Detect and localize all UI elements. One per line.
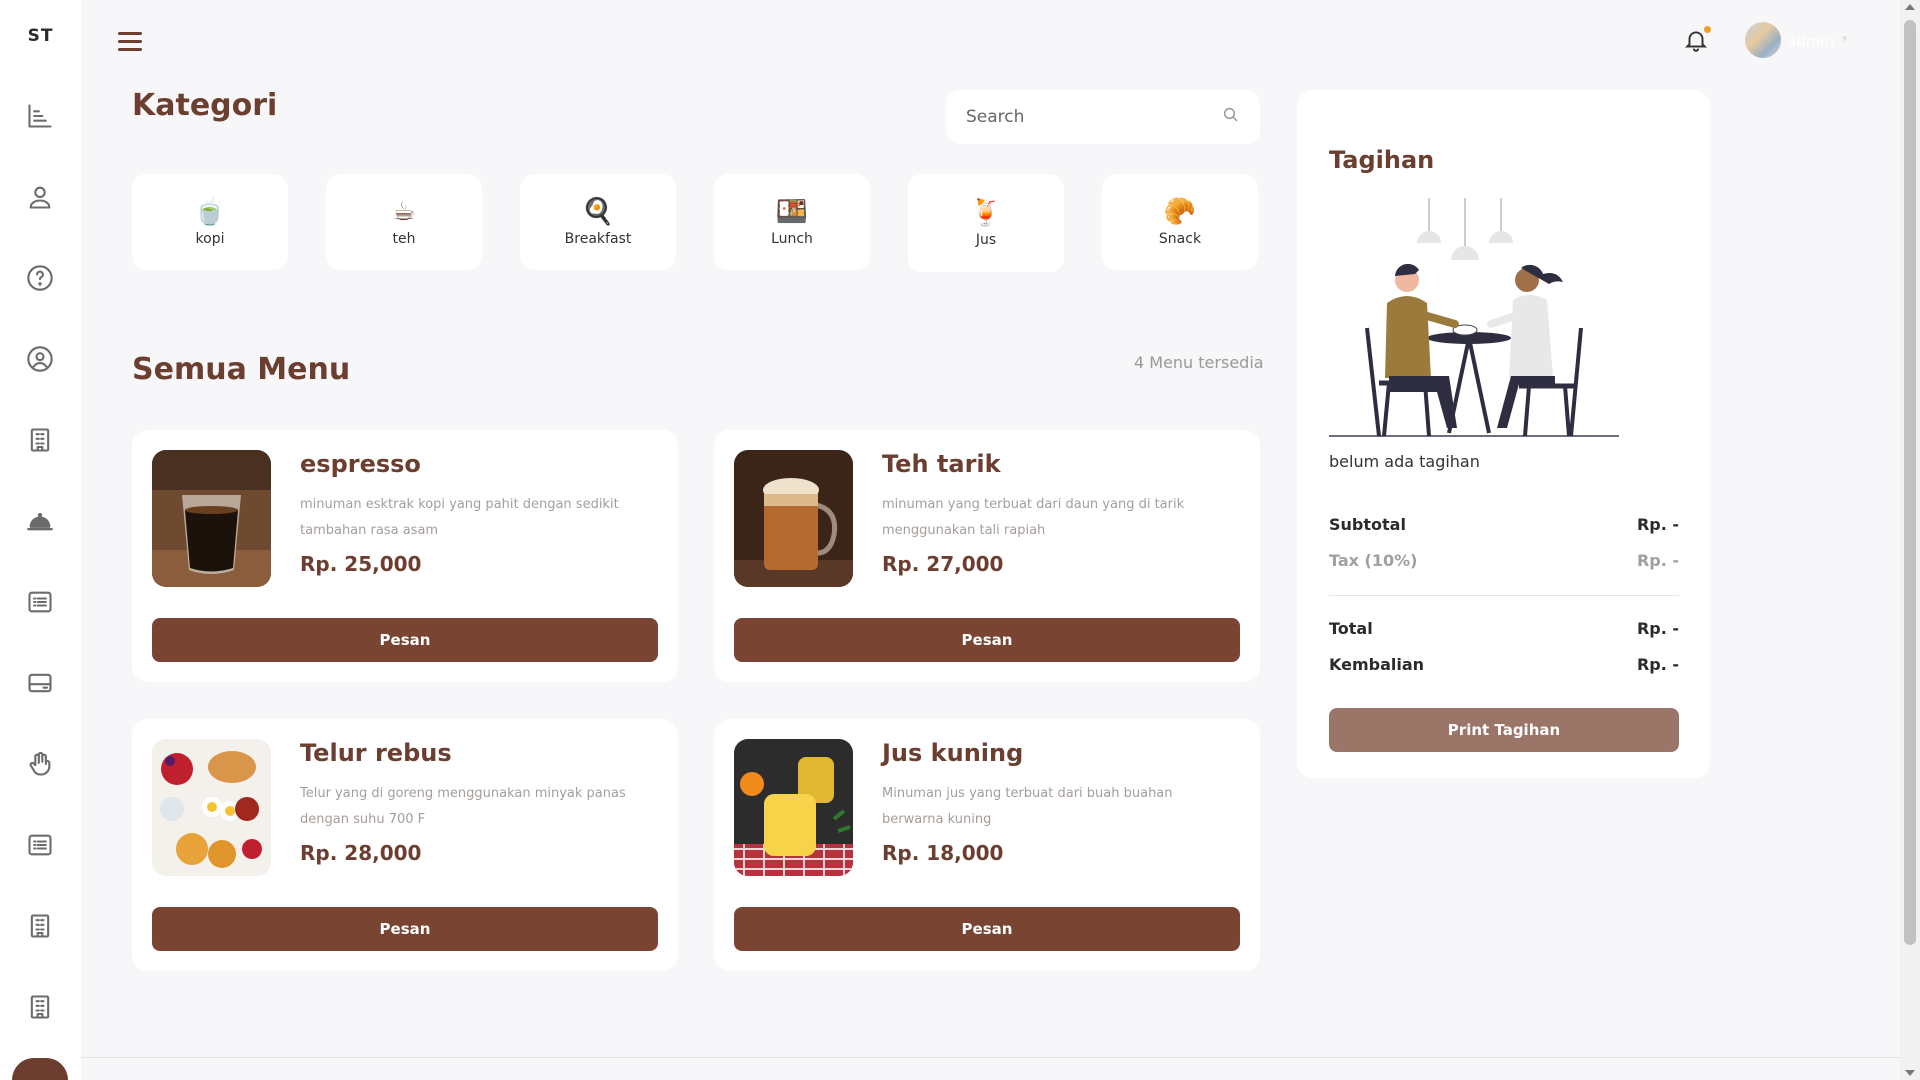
subtotal-label: Subtotal — [1329, 515, 1406, 534]
category-label: Snack — [1158, 231, 1202, 247]
menu-card-telur-rebus: Telur rebus Telur yang di goreng menggun… — [132, 719, 678, 971]
teh-tarik-image — [734, 450, 853, 587]
category-label: Lunch — [771, 231, 813, 247]
username-label[interactable]: admin — [1787, 32, 1834, 50]
category-label: Jus — [975, 232, 997, 248]
avatar[interactable] — [1745, 22, 1781, 58]
scrollbar-thumb[interactable] — [1904, 20, 1916, 945]
logout-button[interactable] — [12, 1058, 68, 1080]
list-icon[interactable] — [26, 588, 54, 616]
hand-icon[interactable] — [26, 750, 54, 778]
change-label: Kembalian — [1329, 655, 1425, 674]
telur-rebus-image — [152, 739, 271, 876]
page-scrollbar[interactable] — [1900, 0, 1920, 1080]
menu-item-name: espresso — [300, 450, 421, 478]
jus-kuning-image — [734, 739, 853, 876]
search-input[interactable] — [966, 107, 1222, 127]
search-icon[interactable] — [1222, 106, 1240, 128]
empty-bill-illustration — [1329, 198, 1619, 438]
credit-card-icon[interactable] — [26, 669, 54, 697]
user-icon[interactable] — [26, 183, 54, 211]
change-value: Rp. - — [1636, 655, 1679, 674]
menu-item-description: minuman esktrak kopi yang pahit dengan s… — [300, 497, 619, 538]
chevron-down-icon[interactable]: ▾ — [1842, 32, 1848, 45]
category-card-lunch[interactable]: 🍱 Lunch — [714, 174, 870, 270]
espresso-image — [152, 450, 271, 587]
change-row: Kembalian Rp. - — [1329, 655, 1679, 674]
menu-section-title: Semua Menu — [132, 352, 351, 387]
menu-item-description: Minuman jus yang terbuat dari buah buaha… — [882, 786, 1173, 827]
menu-item-name: Teh tarik — [882, 450, 1001, 478]
notification-dot — [1704, 26, 1711, 33]
scroll-up-icon[interactable] — [1905, 4, 1915, 10]
app-logo[interactable]: ST — [0, 26, 81, 46]
kategori-title: Kategori — [132, 88, 278, 123]
menu-count: 4 Menu tersedia — [1134, 353, 1264, 372]
lunch-box-icon: 🍱 — [775, 197, 809, 227]
order-button[interactable]: Pesan — [734, 907, 1240, 951]
footer-divider — [81, 1057, 1900, 1058]
total-value: Rp. - — [1636, 619, 1679, 638]
category-label: Breakfast — [564, 231, 632, 247]
list-icon[interactable] — [26, 831, 54, 859]
snack-icon: 🥐 — [1163, 197, 1197, 227]
menu-card-espresso: espresso minuman esktrak kopi yang pahit… — [132, 430, 678, 682]
menu-toggle-icon[interactable] — [118, 32, 142, 52]
tax-row: Tax (10%) Rp. - — [1329, 551, 1679, 570]
scroll-down-icon[interactable] — [1905, 1070, 1915, 1076]
order-button[interactable]: Pesan — [734, 618, 1240, 662]
tea-cup-icon: ☕ — [392, 197, 416, 227]
print-bill-button[interactable]: Print Tagihan — [1329, 708, 1679, 752]
menu-item-price: Rp. 25,000 — [300, 552, 422, 576]
total-row: Total Rp. - — [1329, 619, 1679, 638]
menu-item-name: Telur rebus — [300, 739, 452, 767]
breakfast-icon: 🍳 — [581, 197, 615, 227]
category-card-breakfast[interactable]: 🍳 Breakfast — [520, 174, 676, 270]
help-circle-icon[interactable] — [26, 264, 54, 292]
service-bell-icon[interactable] — [26, 507, 54, 535]
category-label: teh — [392, 231, 416, 247]
building-icon[interactable] — [26, 426, 54, 454]
sidebar: ST — [0, 0, 81, 1080]
bill-divider — [1329, 595, 1679, 596]
coffee-cup-icon: 🍵 — [193, 197, 227, 227]
bill-panel: Tagihan belum ada tagihan Subtotal Rp. -… — [1297, 90, 1710, 778]
total-label: Total — [1329, 619, 1373, 638]
category-label: kopi — [195, 231, 225, 247]
menu-card-jus-kuning: Jus kuning Minuman jus yang terbuat dari… — [714, 719, 1260, 971]
category-card-kopi[interactable]: 🍵 kopi — [132, 174, 288, 270]
category-card-snack[interactable]: 🥐 Snack — [1102, 174, 1258, 270]
category-card-jus[interactable]: 🍹 Jus — [908, 174, 1064, 272]
menu-item-name: Jus kuning — [882, 739, 1024, 767]
category-card-teh[interactable]: ☕ teh — [326, 174, 482, 270]
notification-bell-icon[interactable] — [1683, 26, 1711, 54]
menu-item-description: Telur yang di goreng menggunakan minyak … — [300, 786, 626, 827]
chart-bar-icon[interactable] — [26, 102, 54, 130]
bill-title: Tagihan — [1329, 146, 1435, 174]
order-button[interactable]: Pesan — [152, 618, 658, 662]
subtotal-row: Subtotal Rp. - — [1329, 515, 1679, 534]
empty-bill-text: belum ada tagihan — [1329, 452, 1480, 471]
building-icon[interactable] — [26, 912, 54, 940]
menu-item-description: minuman yang terbuat dari daun yang di t… — [882, 497, 1185, 538]
subtotal-value: Rp. - — [1636, 515, 1679, 534]
tax-label: Tax (10%) — [1329, 551, 1418, 570]
menu-item-price: Rp. 18,000 — [882, 841, 1004, 865]
menu-card-teh-tarik: Teh tarik minuman yang terbuat dari daun… — [714, 430, 1260, 682]
menu-item-price: Rp. 27,000 — [882, 552, 1004, 576]
user-circle-icon[interactable] — [26, 345, 54, 373]
building-icon[interactable] — [26, 993, 54, 1021]
search-box — [946, 90, 1260, 144]
tax-value: Rp. - — [1636, 551, 1679, 570]
menu-item-price: Rp. 28,000 — [300, 841, 422, 865]
order-button[interactable]: Pesan — [152, 907, 658, 951]
juice-glass-icon: 🍹 — [969, 198, 1003, 228]
